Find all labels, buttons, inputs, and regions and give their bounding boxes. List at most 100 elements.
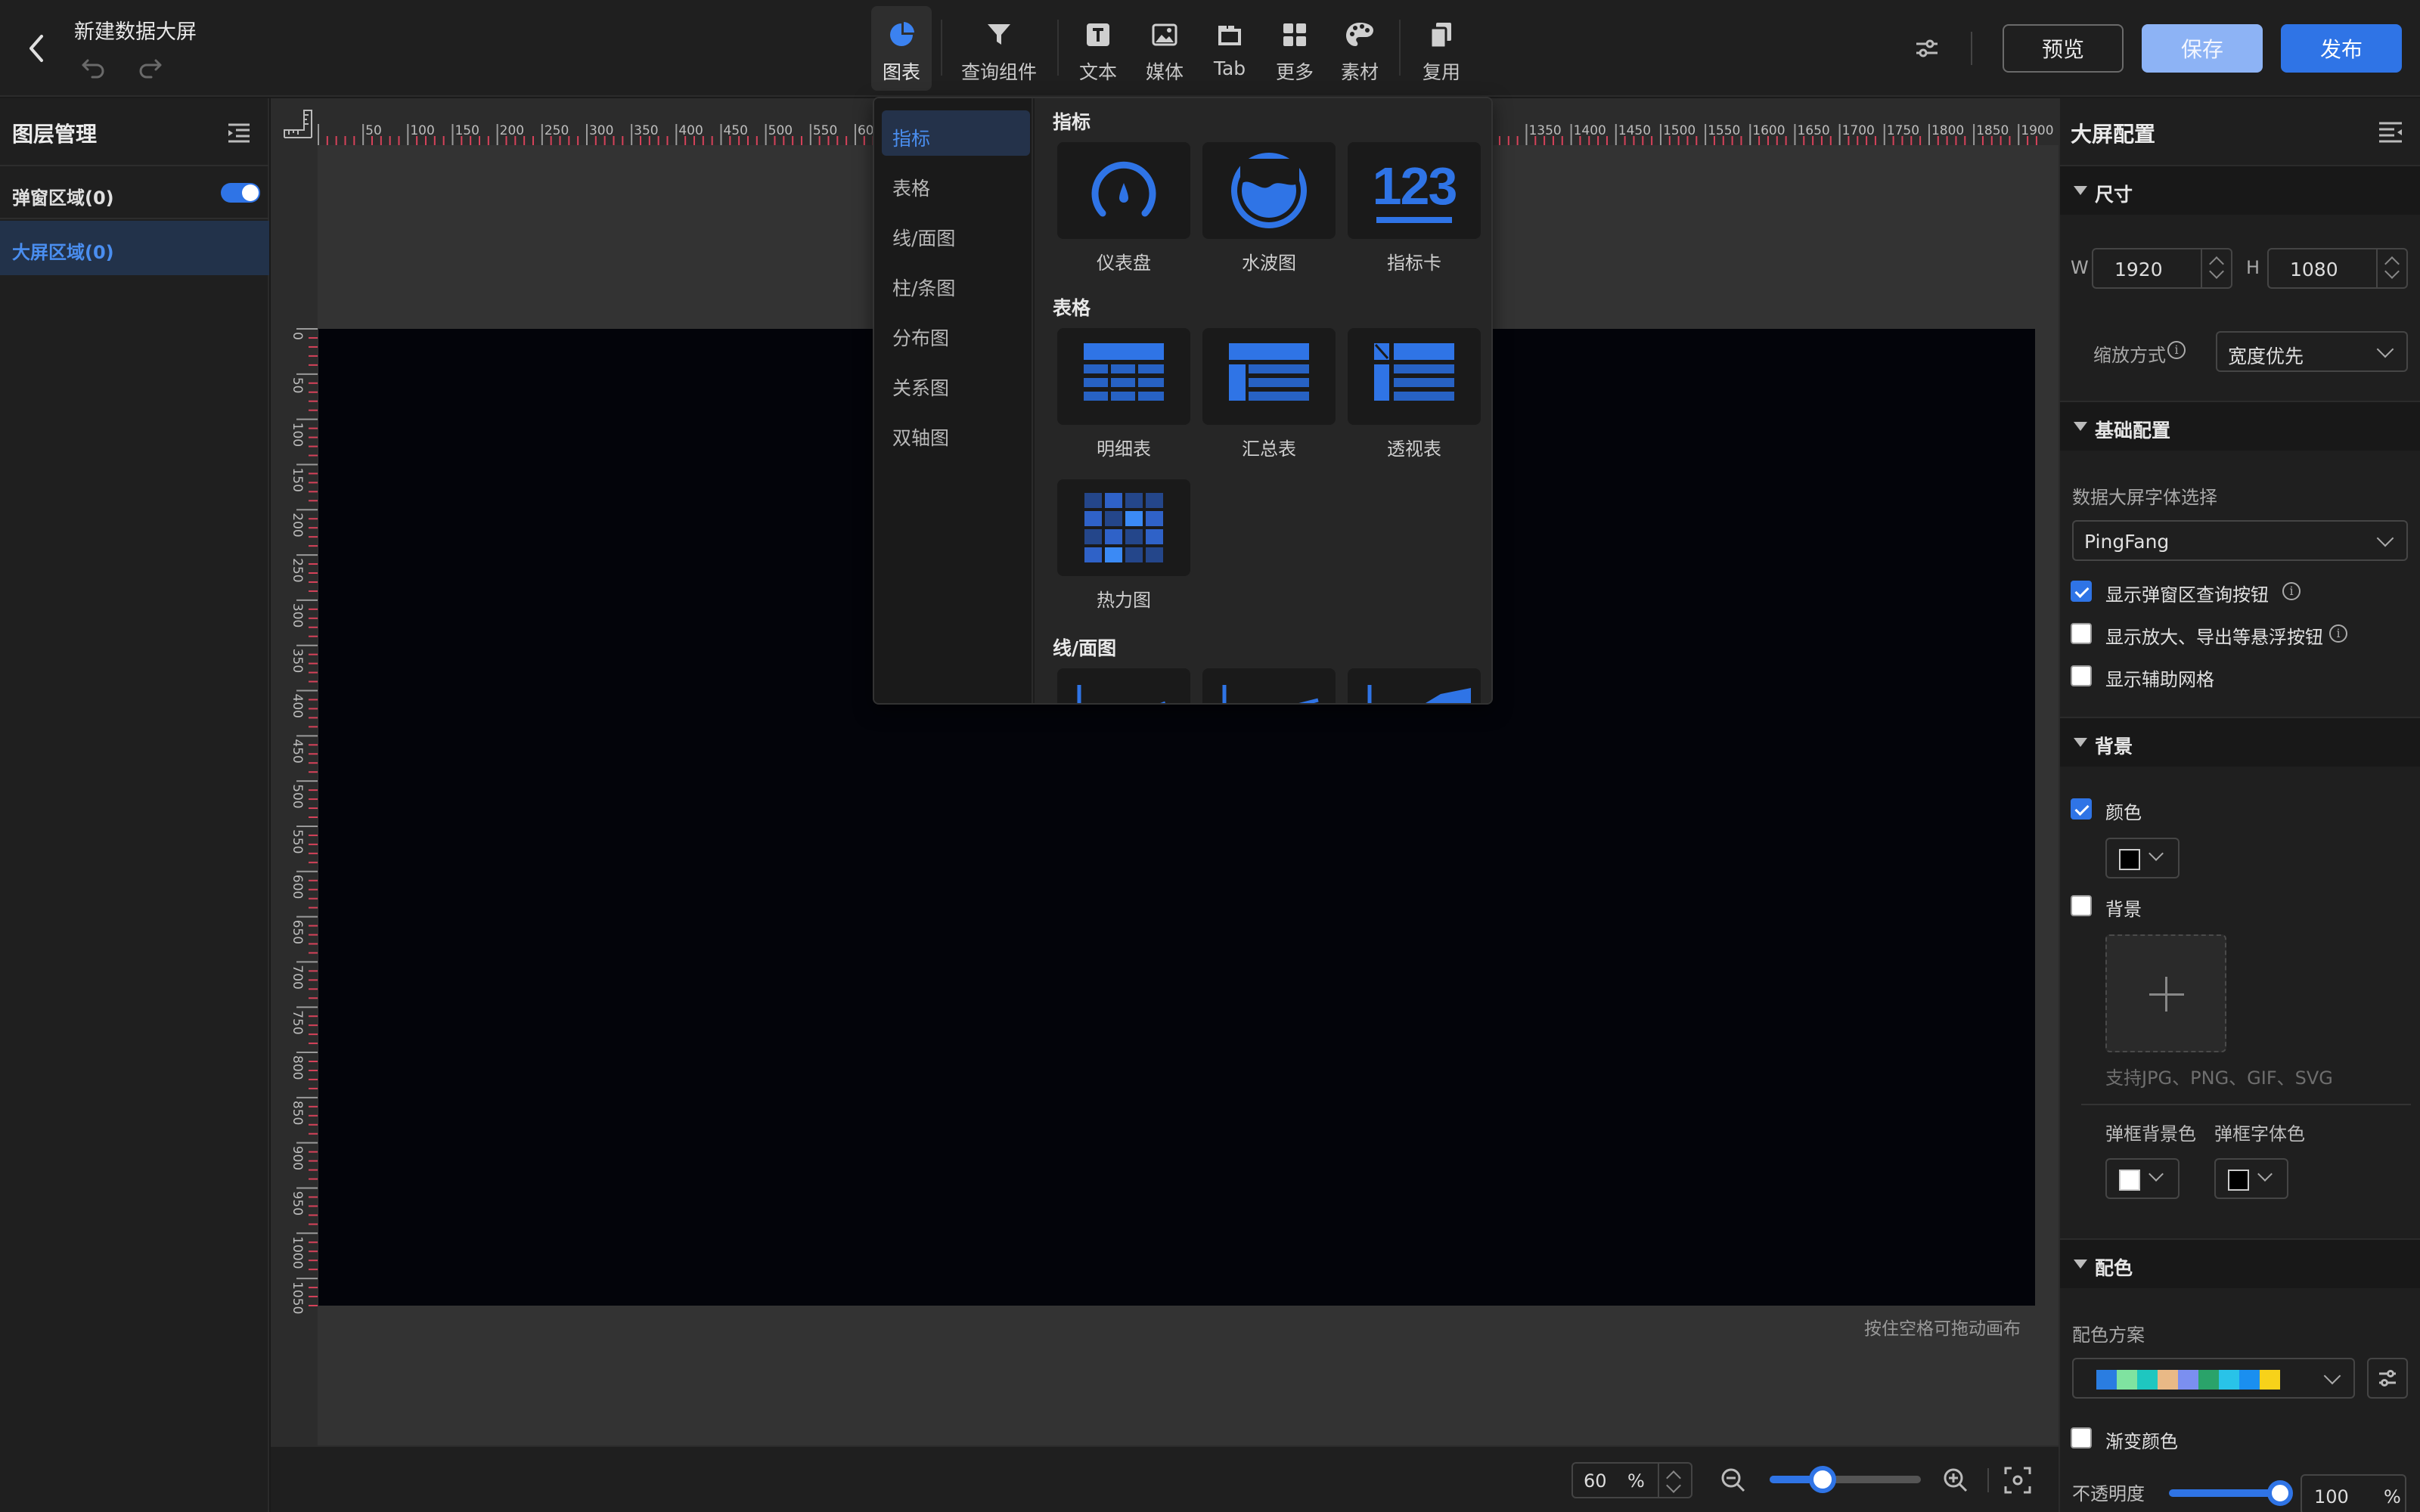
opacity-unit: % (2384, 1486, 2401, 1507)
tool-label: 文本 (1078, 61, 1117, 83)
line-chart-icon (1077, 685, 1165, 703)
chart-item-heatmap[interactable]: 热力图 (1057, 479, 1190, 612)
section-size[interactable]: 尺寸 (2060, 165, 2420, 215)
section-basic[interactable]: 基础配置 (2060, 401, 2420, 451)
publish-button[interactable]: 发布 (2281, 24, 2402, 73)
zoom-out-icon[interactable] (1718, 1465, 1748, 1495)
back-button[interactable] (18, 29, 54, 68)
category-dual-axis[interactable]: 双轴图 (882, 410, 1030, 455)
toolbar-divider (1399, 20, 1401, 76)
popup-font-picker[interactable] (2214, 1158, 2288, 1199)
ruler-label: 100 (290, 423, 305, 447)
width-input[interactable]: 1920 (2092, 248, 2232, 289)
filter-icon (988, 24, 1010, 45)
height-input[interactable]: 1080 (2267, 248, 2408, 289)
width-stepper[interactable] (2201, 249, 2231, 287)
ruler-label: 1650 (1797, 123, 1829, 138)
popup-query-checkbox[interactable] (2071, 581, 2092, 602)
section-palette[interactable]: 配色 (2060, 1238, 2420, 1288)
layer-group-popup[interactable]: 弹窗区域(0) (0, 166, 269, 219)
heatmap-cell (1125, 547, 1143, 562)
tool-media[interactable]: 媒体 (1134, 6, 1195, 91)
info-icon[interactable]: i (2167, 341, 2186, 359)
zoom-input[interactable]: 60 % (1571, 1462, 1692, 1498)
layer-panel: 图层管理 弹窗区域(0) 大屏区域(0) (0, 98, 269, 1512)
zoom-value: 60 (1584, 1470, 1607, 1492)
config-panel: 大屏配置 尺寸 W 1920 H 1080 缩放方式 i 宽度优先 基础配置 数… (2059, 98, 2420, 1512)
info-icon[interactable]: i (2282, 582, 2301, 600)
preview-button[interactable]: 预览 (2003, 24, 2124, 73)
ruler-corner-icon[interactable] (281, 107, 315, 141)
pie-chart-icon (890, 22, 914, 46)
tool-more[interactable]: 更多 (1264, 6, 1325, 91)
category-distribution[interactable]: 分布图 (882, 310, 1030, 355)
opacity-slider-handle[interactable] (2267, 1480, 2293, 1506)
text-icon (1087, 23, 1109, 46)
tool-label: 图表 (882, 61, 920, 83)
tool-reuse[interactable]: 复用 (1411, 6, 1472, 91)
layer-group-screen[interactable]: 大屏区域(0) (0, 221, 269, 275)
chart-item-line[interactable] (1057, 668, 1190, 703)
collapse-menu-icon[interactable] (225, 119, 253, 147)
popup-bg-label: 弹框背景色 (2105, 1123, 2196, 1145)
area-chart-icon (1367, 685, 1471, 703)
ruler-label: 1700 (1842, 123, 1875, 138)
undo-icon[interactable] (80, 53, 107, 80)
chart-picker-dropdown: 指标 表格 线/面图 柱/条图 分布图 关系图 双轴图 指标 仪表盘 水波图 1… (873, 97, 1493, 705)
zoom-slider[interactable] (1770, 1466, 1921, 1493)
bg-upload-button[interactable] (2105, 934, 2226, 1052)
ruler-label: 400 (678, 123, 703, 138)
category-table[interactable]: 表格 (882, 160, 1030, 206)
palette-select[interactable] (2072, 1358, 2355, 1399)
sliders-icon[interactable] (1912, 33, 1942, 64)
chart-item-gauge[interactable]: 仪表盘 (1057, 142, 1190, 274)
gradient-checkbox[interactable] (2071, 1427, 2092, 1448)
tool-query[interactable]: 查询组件 (957, 6, 1041, 91)
category-line-area[interactable]: 线/面图 (882, 210, 1030, 256)
vertical-ruler[interactable]: 0 50 100 150 200 250 300 350 400 450 500 550 600 650 7… (271, 145, 318, 1447)
chart-item-liquid[interactable]: 水波图 (1202, 142, 1336, 274)
bg-color-picker[interactable] (2105, 838, 2180, 878)
chart-item-detail-table[interactable]: 明细表 (1057, 328, 1190, 460)
grid-checkbox[interactable] (2071, 665, 2092, 686)
category-bar[interactable]: 柱/条图 (882, 260, 1030, 305)
save-button[interactable]: 保存 (2142, 24, 2263, 73)
ruler-label: 300 (290, 603, 305, 627)
liquid-icon (1231, 153, 1307, 228)
scale-mode-select[interactable]: 宽度优先 (2216, 331, 2408, 372)
tool-chart[interactable]: 图表 (871, 6, 932, 91)
fit-screen-icon[interactable] (2003, 1465, 2033, 1495)
popup-bg-picker[interactable] (2105, 1158, 2180, 1199)
chart-item-pivot-table[interactable]: 透视表 (1348, 328, 1481, 460)
chevron-down-icon (2149, 1167, 2164, 1182)
ruler-label: 1400 (1574, 123, 1606, 138)
chart-item-area[interactable] (1348, 668, 1481, 703)
float-buttons-checkbox[interactable] (2071, 623, 2092, 644)
category-indicator[interactable]: 指标 (882, 110, 1030, 156)
collapse-menu-icon[interactable] (2376, 118, 2405, 147)
height-stepper[interactable] (2376, 249, 2406, 287)
heatmap-cell (1125, 511, 1143, 526)
chart-item-line-2[interactable] (1202, 668, 1336, 703)
redo-icon[interactable] (136, 53, 163, 80)
zoom-slider-handle[interactable] (1809, 1466, 1836, 1493)
chart-item-summary-table[interactable]: 汇总表 (1202, 328, 1336, 460)
section-title: 指标 (1053, 111, 1091, 133)
font-select[interactable]: PingFang (2072, 520, 2408, 561)
chart-item-kpi[interactable]: 123 指标卡 (1348, 142, 1481, 274)
tool-text[interactable]: 文本 (1068, 6, 1128, 91)
info-icon[interactable]: i (2329, 624, 2347, 643)
opacity-input[interactable]: 100 % (2301, 1474, 2406, 1512)
category-relation[interactable]: 关系图 (882, 360, 1030, 405)
section-background[interactable]: 背景 (2060, 717, 2420, 767)
tool-label: Tab (1213, 57, 1246, 79)
chevron-down-icon (2376, 340, 2394, 358)
bg-color-checkbox[interactable] (2071, 798, 2092, 820)
zoom-stepper[interactable] (1658, 1464, 1691, 1497)
zoom-in-icon[interactable] (1941, 1465, 1971, 1495)
tool-material[interactable]: 素材 (1329, 6, 1390, 91)
bg-image-checkbox[interactable] (2071, 895, 2092, 916)
palette-settings-button[interactable] (2367, 1358, 2408, 1399)
popup-area-toggle[interactable] (221, 183, 260, 203)
tool-tab[interactable]: Tab (1199, 6, 1260, 91)
